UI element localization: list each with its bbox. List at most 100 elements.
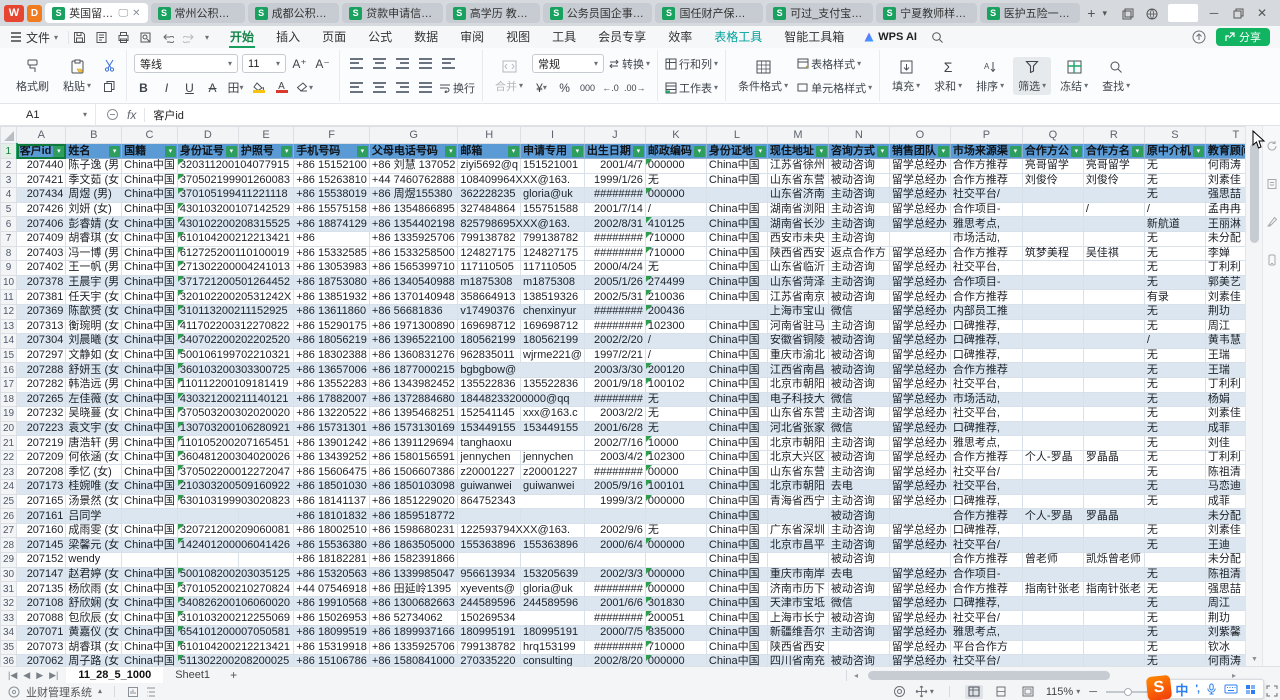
cell[interactable]	[1022, 640, 1083, 655]
cell[interactable]: m1875308	[458, 275, 521, 290]
cell[interactable]: 去电	[828, 567, 889, 582]
cell[interactable]: +86 1580841000	[369, 655, 457, 666]
cell[interactable]: 无	[1144, 611, 1205, 626]
tab-home[interactable]: 开始	[219, 26, 265, 48]
cell[interactable]: 留学总经办	[889, 304, 950, 319]
cell[interactable]	[1083, 188, 1144, 203]
cell[interactable]: 320311200104077915	[177, 159, 293, 174]
cell[interactable]: 周江	[1205, 319, 1245, 334]
row-header-23[interactable]: 23	[1, 465, 17, 480]
sheet-tab[interactable]: Sheet1	[163, 667, 222, 684]
file-tab[interactable]: S贷款申请信息.xlsx	[342, 3, 443, 23]
align-top-icon[interactable]	[347, 55, 366, 73]
vertical-scroll-thumb[interactable]	[1250, 143, 1259, 243]
undo-icon[interactable]	[161, 31, 174, 44]
minimize-button[interactable]: ─	[1206, 6, 1222, 20]
cell[interactable]: 799138782	[458, 640, 521, 655]
sheet-tab[interactable]: 11_28_5_1000	[66, 667, 163, 684]
cell[interactable]: China中国	[122, 567, 178, 582]
cell[interactable]: 合作项目-	[950, 275, 1022, 290]
indent-increase-icon[interactable]	[439, 55, 458, 73]
column-header-J[interactable]: J	[584, 127, 645, 144]
cell[interactable]: 任天宇 (女	[66, 290, 122, 305]
column-header-P[interactable]: P	[950, 127, 1022, 144]
cell[interactable]	[1083, 217, 1144, 232]
cell[interactable]: 何雨涛	[1205, 159, 1245, 174]
cell[interactable]: 无	[1144, 275, 1205, 290]
cell[interactable]: 无	[645, 523, 706, 538]
filter-dropdown-icon[interactable]: ▾	[633, 146, 644, 157]
ime-mic-icon[interactable]	[1206, 683, 1217, 695]
cell[interactable]: +86 1533258500	[369, 246, 457, 261]
cell[interactable]: +86 13901242	[294, 436, 370, 451]
header-cell[interactable]: 客户id▾	[17, 144, 66, 159]
cell[interactable]: China中国	[122, 421, 178, 436]
cell[interactable]: 2000/7/5	[584, 626, 645, 641]
cell[interactable]: 合作方推荐	[950, 290, 1022, 305]
cell[interactable]: +86 1859518772	[369, 509, 457, 524]
cell[interactable]: 留学总经办	[889, 290, 950, 305]
cell[interactable]: 社交平台/	[950, 611, 1022, 626]
cell[interactable]: China中国	[122, 363, 178, 378]
cell[interactable]: +86 1343982452	[369, 377, 457, 392]
cell[interactable]	[1144, 509, 1205, 524]
cell[interactable]	[1022, 567, 1083, 582]
cell[interactable]: 汤景然 (女	[66, 494, 122, 509]
cell[interactable]: +86 1335925706	[369, 640, 457, 655]
cell[interactable]: 陈祖清	[1205, 567, 1245, 582]
quick-access-caret-icon[interactable]: ▾	[205, 33, 209, 42]
cell[interactable]: 169698712	[521, 319, 585, 334]
cell[interactable]: 留学总经办	[889, 377, 950, 392]
system-caret-icon[interactable]: ▾	[98, 687, 102, 696]
cell[interactable]	[1083, 290, 1144, 305]
header-cell[interactable]: 身份证号▾	[177, 144, 238, 159]
cell[interactable]: 000000	[645, 582, 706, 597]
cell[interactable]: 亮哥留学	[1083, 159, 1144, 174]
cell[interactable]	[1022, 290, 1083, 305]
cell[interactable]	[1083, 304, 1144, 319]
scroll-down-icon[interactable]: ▼	[1246, 652, 1263, 666]
filter-button[interactable]: 筛选▾	[1013, 57, 1051, 95]
cell[interactable]: China中国	[706, 436, 767, 451]
cell[interactable]: 市场活动,	[950, 392, 1022, 407]
tab-review[interactable]: 审阅	[449, 26, 495, 48]
cell[interactable]: 135522836	[521, 377, 585, 392]
page-layout-view-button[interactable]	[992, 685, 1010, 699]
cell[interactable]: +86 13657006	[294, 363, 370, 378]
underline-button[interactable]: U	[180, 79, 199, 97]
cell[interactable]: China中国	[122, 465, 178, 480]
cell[interactable]: 王晨宇 (男	[66, 275, 122, 290]
cell[interactable]: 河北省张家	[767, 421, 828, 436]
cell[interactable]: 主动咨询	[828, 436, 889, 451]
cell[interactable]: 钦冰	[1205, 640, 1245, 655]
cell[interactable]: +86 1395468251	[369, 407, 457, 422]
cell[interactable]: 117110505	[458, 261, 521, 276]
cell[interactable]: +86 13220522	[294, 407, 370, 422]
cell[interactable]: 000000	[645, 567, 706, 582]
cell[interactable]: 无	[1144, 538, 1205, 553]
cell[interactable]: 留学总经办	[889, 159, 950, 174]
cell[interactable]: 2002/8/31	[584, 217, 645, 232]
cell[interactable]: 留学总经办	[889, 596, 950, 611]
cell[interactable]: 610104200212213421	[177, 231, 293, 246]
cell[interactable]: China中国	[706, 494, 767, 509]
cell[interactable]: z20001227	[458, 465, 521, 480]
cell[interactable]: China中国	[706, 363, 767, 378]
cell[interactable]: 郭美艺	[1205, 275, 1245, 290]
cell[interactable]: 陈祖清	[1205, 465, 1245, 480]
cell[interactable]: 河南省驻马	[767, 319, 828, 334]
cell[interactable]: China中国	[122, 202, 178, 217]
share-button[interactable]: 分享	[1216, 28, 1270, 46]
cell[interactable]: China中国	[706, 553, 767, 568]
column-header-M[interactable]: M	[767, 127, 828, 144]
cell[interactable]: 合作方推荐	[950, 246, 1022, 261]
cell[interactable]: 500106199702210321	[177, 348, 293, 363]
cell[interactable]: 山东省菏泽	[767, 275, 828, 290]
cell[interactable]: 山东省东营	[767, 407, 828, 422]
cell-style-button[interactable]: 单元格样式▾	[797, 80, 872, 96]
horizontal-scroll-thumb[interactable]	[868, 671, 1110, 680]
cell[interactable]: China中国	[122, 275, 178, 290]
cell[interactable]: 指南针张老	[1083, 582, 1144, 597]
cell[interactable]: China中国	[122, 304, 178, 319]
cell[interactable]: 留学总经办	[889, 611, 950, 626]
